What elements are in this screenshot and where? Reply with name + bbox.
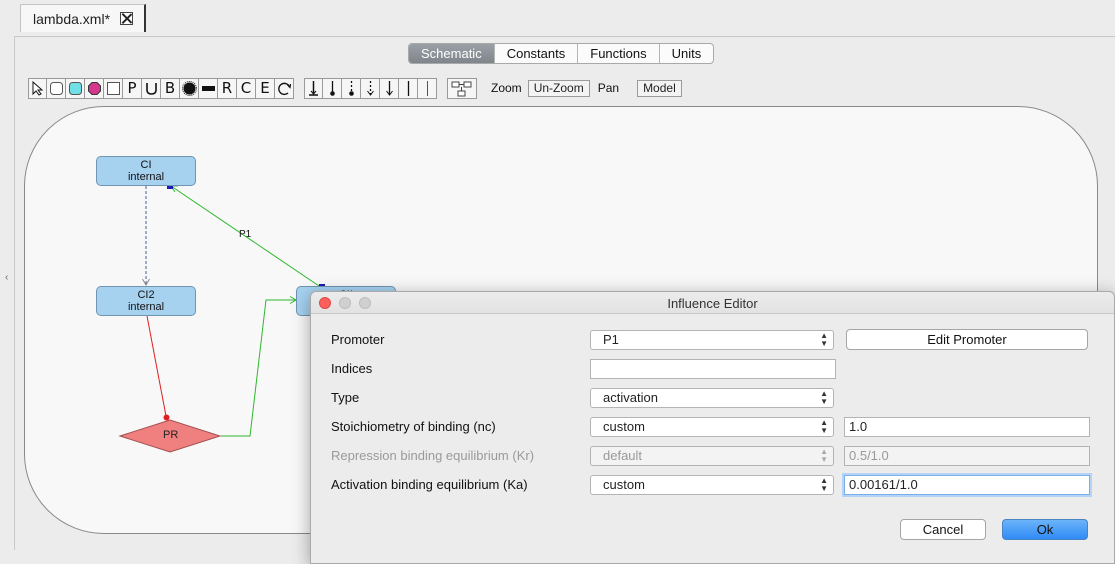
- ok-button[interactable]: Ok: [1002, 519, 1088, 540]
- arrow-down-icon: [385, 80, 393, 96]
- promoter-select-value: P1: [603, 332, 619, 347]
- up-down-arrows-icon: ▲ ▼: [820, 418, 828, 435]
- tab-units[interactable]: Units: [660, 44, 714, 63]
- tab-constants[interactable]: Constants: [495, 44, 579, 63]
- type-select[interactable]: activation ▲ ▼: [590, 388, 834, 408]
- kr-select: default ▲ ▼: [590, 446, 834, 466]
- nc-label: Stoichiometry of binding (nc): [331, 419, 496, 434]
- influence-label[interactable]: P1: [239, 229, 251, 240]
- unzoom-button[interactable]: Un-Zoom: [527, 79, 590, 97]
- up-down-arrows-icon: ▲ ▼: [820, 476, 828, 493]
- boundary-letter: B: [164, 78, 176, 97]
- event-letter: E: [260, 78, 270, 97]
- arrow-cursor-icon: [32, 80, 44, 96]
- edit-promoter-button[interactable]: Edit Promoter: [846, 329, 1088, 350]
- ka-label: Activation binding equilibrium (Ka): [331, 477, 528, 492]
- up-down-arrows-icon: ▲ ▼: [820, 447, 828, 464]
- close-icon[interactable]: [120, 12, 134, 25]
- pan-button[interactable]: Pan: [598, 81, 619, 95]
- ka-select[interactable]: custom ▲ ▼: [590, 475, 834, 495]
- kr-field: 0.5/1.0: [844, 446, 1090, 466]
- thin-line-icon: [426, 80, 428, 96]
- species-name: CI2: [137, 289, 155, 301]
- dashed-arrow-icon: [366, 80, 374, 96]
- model-button[interactable]: Model: [637, 79, 682, 97]
- type-select-value: activation: [603, 390, 658, 405]
- add-degradation-button[interactable]: [180, 77, 199, 99]
- ka-field[interactable]: 0.00161/1.0: [844, 475, 1090, 495]
- file-tab-title: lambda.xml*: [33, 10, 111, 27]
- line-icon: [407, 80, 409, 96]
- file-tab-strip: lambda.xml*: [0, 0, 1115, 36]
- dialog-title: Influence Editor: [667, 296, 758, 311]
- file-tab[interactable]: lambda.xml*: [20, 4, 146, 32]
- influence-editor-dialog: Influence Editor Promoter P1 ▲ ▼ Edit Pro…: [310, 291, 1115, 564]
- view-tabs: Schematic Constants Functions Units: [408, 43, 715, 64]
- nc-field[interactable]: 1.0: [844, 417, 1090, 437]
- add-promoter-button[interactable]: P: [123, 77, 142, 99]
- species-type: internal: [127, 171, 165, 183]
- add-compartment-button[interactable]: [104, 77, 123, 99]
- self-influence-button[interactable]: [275, 77, 294, 99]
- promoter-select[interactable]: P1 ▲ ▼: [590, 330, 834, 350]
- plain-edge-button[interactable]: [399, 77, 418, 99]
- add-constraint-button[interactable]: C: [237, 77, 256, 99]
- species-ci2[interactable]: CI2 internal: [96, 286, 196, 316]
- graph-layout-icon: [451, 81, 472, 96]
- dashed-arrow-edge-button[interactable]: [361, 77, 380, 99]
- bar-icon: [201, 85, 215, 91]
- add-rule-button[interactable]: R: [218, 77, 237, 99]
- promoter-label[interactable]: PR: [163, 429, 178, 441]
- repression-edge-button[interactable]: [323, 77, 342, 99]
- magenta-octagon-icon: [87, 81, 101, 95]
- zoom-button[interactable]: Zoom: [491, 81, 522, 95]
- schematic-toolbar: P B R C E Zoom Un-Zoom Pan Model: [28, 77, 682, 99]
- loop-arrow-icon: [277, 82, 291, 95]
- add-union-button[interactable]: [142, 77, 161, 99]
- layout-button[interactable]: [447, 77, 477, 99]
- dashed-dot-edge-button[interactable]: [342, 77, 361, 99]
- species-type: internal: [127, 301, 165, 313]
- ka-select-value: custom: [603, 477, 645, 492]
- burst-icon: [181, 80, 197, 96]
- rule-letter: R: [221, 78, 233, 97]
- rounded-box-icon: [49, 81, 63, 95]
- add-species-button[interactable]: [47, 77, 66, 99]
- thin-edge-button[interactable]: [418, 77, 437, 99]
- kr-label: Repression binding equilibrium (Kr): [331, 448, 535, 463]
- species-name: CI: [140, 159, 152, 171]
- indices-field[interactable]: [590, 359, 836, 379]
- select-tool-button[interactable]: [28, 77, 47, 99]
- type-label: Type: [331, 390, 360, 405]
- arrow-edge-button[interactable]: [380, 77, 399, 99]
- square-icon: [106, 81, 120, 95]
- tab-schematic[interactable]: Schematic: [409, 44, 495, 63]
- promoter-letter: P: [127, 78, 137, 97]
- indices-label: Indices: [331, 361, 373, 376]
- dialog-titlebar[interactable]: Influence Editor: [311, 292, 1114, 314]
- constraint-letter: C: [240, 78, 252, 97]
- line-dot-icon: [329, 80, 335, 96]
- up-down-arrows-icon: ▲ ▼: [820, 389, 828, 406]
- up-down-arrows-icon: ▲ ▼: [820, 331, 828, 348]
- cancel-button[interactable]: Cancel: [900, 519, 986, 540]
- activation-edge-button[interactable]: [304, 77, 323, 99]
- add-bar-button[interactable]: [199, 77, 218, 99]
- union-icon: [145, 82, 157, 95]
- add-species-cyan-button[interactable]: [66, 77, 85, 99]
- species-ci[interactable]: CI internal: [96, 156, 196, 186]
- tab-functions[interactable]: Functions: [578, 44, 660, 63]
- split-handle-icon[interactable]: ‹: [5, 272, 8, 283]
- promoter-label: Promoter: [331, 332, 385, 347]
- dashed-dot-icon: [348, 80, 354, 96]
- add-event-button[interactable]: E: [256, 77, 275, 99]
- nc-select-value: custom: [603, 419, 645, 434]
- nc-select[interactable]: custom ▲ ▼: [590, 417, 834, 437]
- kr-select-value: default: [603, 448, 643, 463]
- arrow-down-bar-icon: [309, 80, 318, 96]
- add-reaction-button[interactable]: [85, 77, 104, 99]
- add-boundary-button[interactable]: B: [161, 77, 180, 99]
- cyan-box-icon: [68, 81, 82, 95]
